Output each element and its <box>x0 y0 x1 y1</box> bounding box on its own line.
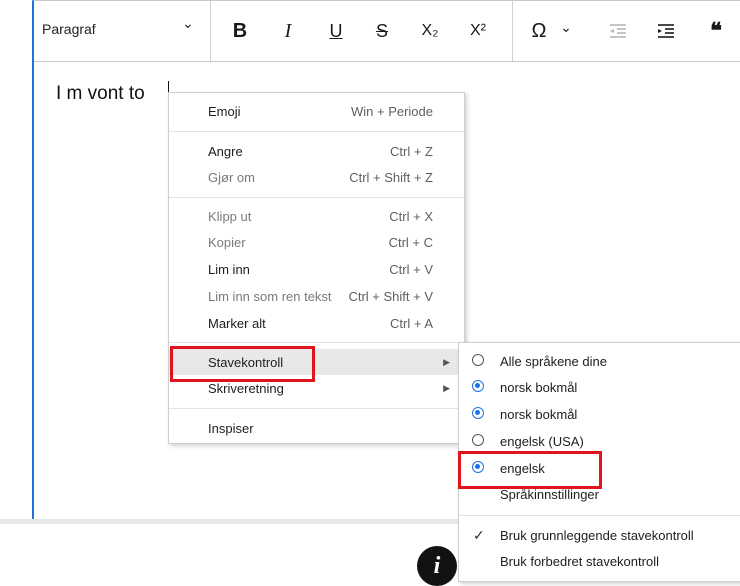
menu-item-label: Kopier <box>208 234 246 250</box>
toolbar-divider <box>512 1 513 61</box>
context-menu: Emoji Win + Periode Angre Ctrl + Z Gjør … <box>168 92 465 444</box>
submenu-item-language-settings[interactable]: Språkinnstillinger <box>459 481 740 507</box>
menu-item-label: Stavekontroll <box>208 354 284 370</box>
menu-item-label: Marker alt <box>208 315 266 331</box>
menu-item-label: Angre <box>208 143 243 159</box>
submenu-item-label: norsk bokmål <box>500 379 578 395</box>
spellcheck-submenu: Alle språkene dine norsk bokmål norsk bo… <box>458 342 740 582</box>
checkmark-icon: ✓ <box>473 526 485 543</box>
menu-separator <box>169 342 464 343</box>
strikethrough-button[interactable]: S <box>364 1 400 61</box>
underline-button[interactable]: U <box>318 1 354 61</box>
submenu-item-all-languages[interactable]: Alle språkene dine <box>459 348 740 374</box>
blockquote-button[interactable]: ❝ <box>698 1 734 61</box>
editor-toolbar: Paragraf ⌄ B I U S X₂ X² Ω ⌄ ❝ <box>34 1 740 62</box>
underline-icon: U <box>329 20 343 41</box>
paragraph-format-select[interactable]: Paragraf ⌄ <box>34 1 210 61</box>
submenu-item-label: engelsk (USA) <box>500 433 584 449</box>
submenu-item-english-usa[interactable]: engelsk (USA) <box>459 428 740 454</box>
quote-icon: ❝ <box>710 18 722 43</box>
menu-item-label: Inspiser <box>208 420 254 436</box>
menu-item-shortcut: Win + Periode <box>350 103 433 119</box>
submenu-arrow-icon: ▶ <box>443 356 450 367</box>
submenu-item-label: Bruk forbedret stavekontroll <box>500 553 659 569</box>
bold-button[interactable]: B <box>222 1 258 61</box>
submenu-item-label: engelsk <box>500 460 545 476</box>
radio-checked-icon <box>472 461 484 473</box>
subscript-button[interactable]: X₂ <box>412 1 448 61</box>
submenu-item-english[interactable]: engelsk <box>459 455 740 481</box>
menu-item-inspect[interactable]: Inspiser <box>169 415 464 441</box>
submenu-item-basic-spellcheck[interactable]: ✓ Bruk grunnleggende stavekontroll <box>459 522 740 548</box>
menu-item-shortcut: Ctrl + V <box>389 261 433 277</box>
submenu-item-norsk-bokmal[interactable]: norsk bokmål <box>459 374 740 400</box>
info-icon[interactable]: i <box>417 546 457 586</box>
menu-item-label: Emoji <box>208 103 241 119</box>
info-icon-glyph: i <box>433 552 441 579</box>
menu-item-redo[interactable]: Gjør om Ctrl + Shift + Z <box>169 164 464 190</box>
menu-item-shortcut: Ctrl + Shift + V <box>348 288 433 304</box>
menu-separator <box>169 197 464 198</box>
strikethrough-icon: S <box>375 20 388 41</box>
menu-item-shortcut: Ctrl + Shift + Z <box>349 169 433 185</box>
indent-icon <box>658 24 674 38</box>
menu-item-label: Lim inn <box>208 261 250 277</box>
italic-icon: I <box>284 19 292 42</box>
outdent-button[interactable] <box>600 1 636 61</box>
submenu-item-label: Bruk grunnleggende stavekontroll <box>500 527 694 543</box>
outdent-icon <box>610 24 626 38</box>
menu-item-emoji[interactable]: Emoji Win + Periode <box>169 98 464 124</box>
menu-item-label: Lim inn som ren tekst <box>208 288 332 304</box>
special-character-button[interactable]: Ω <box>524 1 554 61</box>
menu-item-cut[interactable]: Klipp ut Ctrl + X <box>169 203 464 229</box>
bold-icon: B <box>232 19 248 42</box>
menu-item-shortcut: Ctrl + Z <box>390 143 433 159</box>
menu-separator <box>169 408 464 409</box>
radio-checked-icon <box>472 380 484 392</box>
submenu-item-norsk-bokmal-2[interactable]: norsk bokmål <box>459 401 740 427</box>
superscript-icon: X² <box>470 22 486 39</box>
menu-item-label: Klipp ut <box>208 208 252 224</box>
submenu-item-label: norsk bokmål <box>500 406 578 422</box>
menu-item-label: Gjør om <box>208 169 255 185</box>
menu-item-spellcheck[interactable]: Stavekontroll ▶ <box>169 349 464 375</box>
bottom-divider <box>0 519 460 524</box>
submenu-item-label: Alle språkene dine <box>500 353 607 369</box>
menu-item-shortcut: Ctrl + C <box>388 234 433 250</box>
chevron-down-icon: ⌄ <box>560 18 572 35</box>
submenu-arrow-icon: ▶ <box>443 382 450 393</box>
superscript-button[interactable]: X² <box>460 1 496 61</box>
menu-separator <box>169 131 464 132</box>
indent-button[interactable] <box>648 1 684 61</box>
editor-content[interactable]: I m vont to <box>56 83 145 105</box>
menu-item-copy[interactable]: Kopier Ctrl + C <box>169 229 464 255</box>
subscript-icon: X₂ <box>421 22 439 39</box>
special-character-dropdown[interactable]: ⌄ <box>554 1 578 61</box>
menu-separator <box>459 515 740 516</box>
menu-item-shortcut: Ctrl + A <box>390 315 433 331</box>
menu-item-paste-plain[interactable]: Lim inn som ren tekst Ctrl + Shift + V <box>169 283 464 309</box>
menu-item-select-all[interactable]: Marker alt Ctrl + A <box>169 310 464 336</box>
menu-item-paste[interactable]: Lim inn Ctrl + V <box>169 256 464 282</box>
menu-item-writing-direction[interactable]: Skriveretning ▶ <box>169 375 464 401</box>
radio-icon <box>472 434 484 446</box>
italic-button[interactable]: I <box>270 1 306 61</box>
paragraph-format-label: Paragraf <box>42 21 96 37</box>
chevron-down-icon: ⌄ <box>182 15 194 31</box>
radio-checked-icon <box>472 407 484 419</box>
menu-item-undo[interactable]: Angre Ctrl + Z <box>169 138 464 164</box>
menu-item-shortcut: Ctrl + X <box>389 208 433 224</box>
submenu-item-label: Språkinnstillinger <box>500 486 599 502</box>
submenu-item-enhanced-spellcheck[interactable]: Bruk forbedret stavekontroll <box>459 548 740 574</box>
omega-icon: Ω <box>531 19 547 42</box>
radio-icon <box>472 354 484 366</box>
toolbar-divider <box>210 1 211 61</box>
menu-item-label: Skriveretning <box>208 380 284 396</box>
